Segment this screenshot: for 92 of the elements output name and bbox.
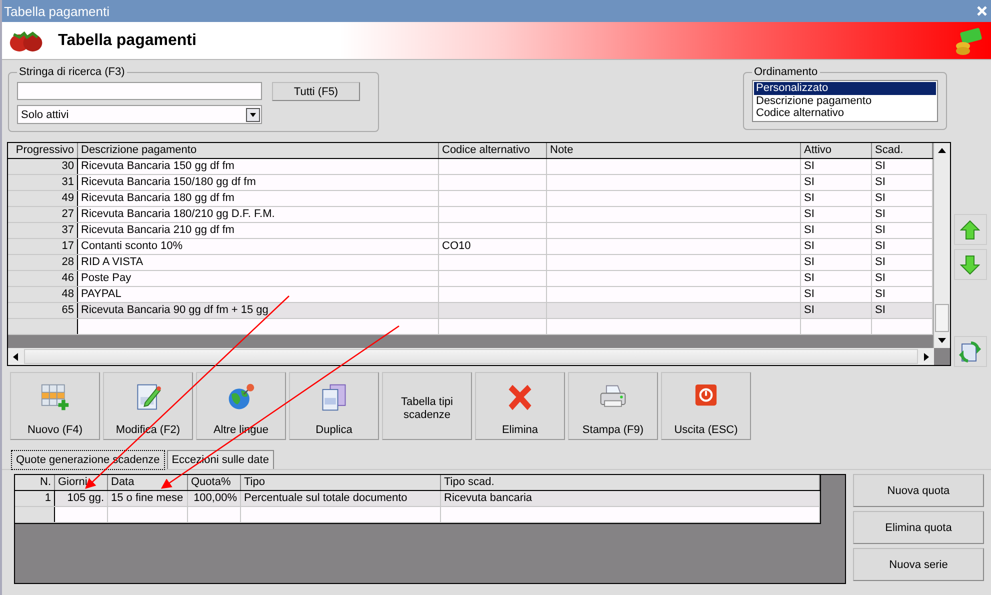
refresh-button[interactable] [954, 336, 986, 367]
table-cell: CO10 [439, 239, 547, 254]
table-row[interactable]: 46 Poste Pay SI SI [8, 271, 934, 287]
table-add-icon [40, 382, 70, 412]
table-cell: Ricevuta Bancaria 180 gg df fm [78, 191, 439, 206]
document-refresh-icon [959, 340, 981, 362]
table-cell: RID A VISTA [78, 255, 439, 270]
ordering-option[interactable]: Codice alternativo [754, 107, 936, 120]
table-cell: SI [801, 239, 872, 254]
toolbar-button[interactable]: Stampa (F9) [568, 372, 658, 440]
row-header: 31 [8, 175, 78, 190]
table-cell: SI [801, 303, 872, 318]
scroll-thumb[interactable] [935, 304, 949, 332]
ordering-option[interactable]: Personalizzato [754, 82, 936, 94]
window-title: Tabella pagamenti [4, 4, 110, 18]
table-cell: SI [801, 175, 872, 190]
column-header[interactable]: Progressivo [8, 143, 78, 158]
table-cell: 15 o fine mese [108, 491, 188, 506]
row-header: 1 [15, 491, 55, 506]
vertical-scrollbar[interactable] [933, 143, 950, 348]
row-header: 28 [8, 255, 78, 270]
up-arrow-icon [960, 220, 980, 240]
table-cell: 105 gg. [55, 491, 108, 506]
move-down-button[interactable] [954, 249, 986, 280]
dropdown-icon[interactable] [246, 108, 260, 122]
close-icon[interactable] [977, 6, 987, 16]
table-cell: Ricevuta Bancaria 150/180 gg df fm [78, 175, 439, 190]
row-header: 49 [8, 191, 78, 206]
table-cell: PAYPAL [78, 287, 439, 302]
table-cell: SI [801, 271, 872, 286]
search-field[interactable] [17, 82, 262, 100]
row-header: 27 [8, 207, 78, 222]
table-row[interactable]: 28 RID A VISTA SI SI [8, 255, 934, 271]
column-header[interactable]: Descrizione pagamento [78, 143, 439, 158]
row-header: 17 [8, 239, 78, 254]
toolbar-button[interactable]: Nuovo (F4) [10, 372, 100, 440]
column-header[interactable]: Note [547, 143, 801, 158]
quote-button[interactable]: Nuova quota [853, 474, 984, 507]
row-header: 46 [8, 271, 78, 286]
table-cell: Ricevuta Bancaria 150 gg df fm [78, 159, 439, 174]
toolbar-button[interactable]: Duplica [289, 372, 379, 440]
page-title: Tabella pagamenti [58, 32, 198, 50]
table-row[interactable]: 1 105 gg. 15 o fine mese 100,00% Percentuale sul totale documento Ricevuta bancaria [15, 491, 820, 507]
row-header: 30 [8, 159, 78, 174]
table-cell: Percentuale sul totale documento [241, 491, 441, 506]
row-header: 65 [8, 303, 78, 318]
column-header[interactable]: N. [15, 475, 55, 490]
down-arrow-icon [960, 254, 980, 274]
table-row[interactable]: 17 Contanti sconto 10% CO10 SI SI [8, 239, 934, 255]
table-cell: SI [801, 207, 872, 222]
money-icon [953, 26, 983, 56]
table-row[interactable]: 49 Ricevuta Bancaria 180 gg df fm SI SI [8, 191, 934, 207]
row-header: 48 [8, 287, 78, 302]
all-button[interactable]: Tutti (F5) [272, 82, 360, 101]
table-cell: SI [801, 255, 872, 270]
ordering-option[interactable]: Descrizione pagamento [754, 94, 936, 107]
column-header[interactable]: Giorni [55, 475, 108, 490]
table-cell: Ricevuta Bancaria 210 gg df fm [78, 223, 439, 238]
toolbar-button[interactable]: Tabella tipi scadenze [382, 372, 472, 440]
column-header[interactable]: Data [108, 475, 188, 490]
table-row[interactable]: 37 Ricevuta Bancaria 210 gg df fm SI SI [8, 223, 934, 239]
row-header: 37 [8, 223, 78, 238]
group-label: Ordinamento [753, 66, 819, 78]
quote-button[interactable]: Elimina quota [853, 511, 984, 544]
table-row[interactable]: 30 Ricevuta Bancaria 150 gg df fm SI SI [8, 159, 934, 175]
table-cell: Ricevuta bancaria [441, 491, 820, 506]
table-cell: SI [801, 223, 872, 238]
quote-button[interactable]: Nuova serie [853, 548, 984, 581]
table-row[interactable]: 65 Ricevuta Bancaria 90 gg df fm + 15 gg SI SI [8, 303, 934, 319]
toolbar-button[interactable]: Elimina [475, 372, 565, 440]
power-icon [693, 382, 719, 408]
table-cell: Poste Pay [78, 271, 439, 286]
column-header[interactable]: Attivo [801, 143, 872, 158]
table-cell: SI [801, 159, 872, 174]
table-cell: SI [801, 191, 872, 206]
column-header[interactable]: Tipo [241, 475, 441, 490]
table-row[interactable]: 48 PAYPAL SI SI [8, 287, 934, 303]
move-up-button[interactable] [954, 214, 986, 245]
table-row[interactable]: 27 Ricevuta Bancaria 180/210 gg D.F. F.M. SI SI [8, 207, 934, 223]
filter-dropdown[interactable]: Solo attivi [17, 105, 262, 124]
column-header[interactable]: Codice alternativo [439, 143, 547, 158]
column-header[interactable]: Tipo scad. [441, 475, 820, 490]
toolbar-button[interactable]: Uscita (ESC) [661, 372, 751, 440]
table-cell: Contanti sconto 10% [78, 239, 439, 254]
globe-icon [226, 382, 256, 412]
table-cell: Ricevuta Bancaria 180/210 gg D.F. F.M. [78, 207, 439, 222]
table-cell: SI [801, 287, 872, 302]
group-label: Stringa di ricerca (F3) [18, 66, 126, 78]
table-cell: 100,00% [188, 491, 241, 506]
table-cell: Ricevuta Bancaria 90 gg df fm + 15 gg [78, 303, 439, 318]
table-row[interactable]: 31 Ricevuta Bancaria 150/180 gg df fm SI SI [8, 175, 934, 191]
column-header[interactable]: Quota% [188, 475, 241, 490]
